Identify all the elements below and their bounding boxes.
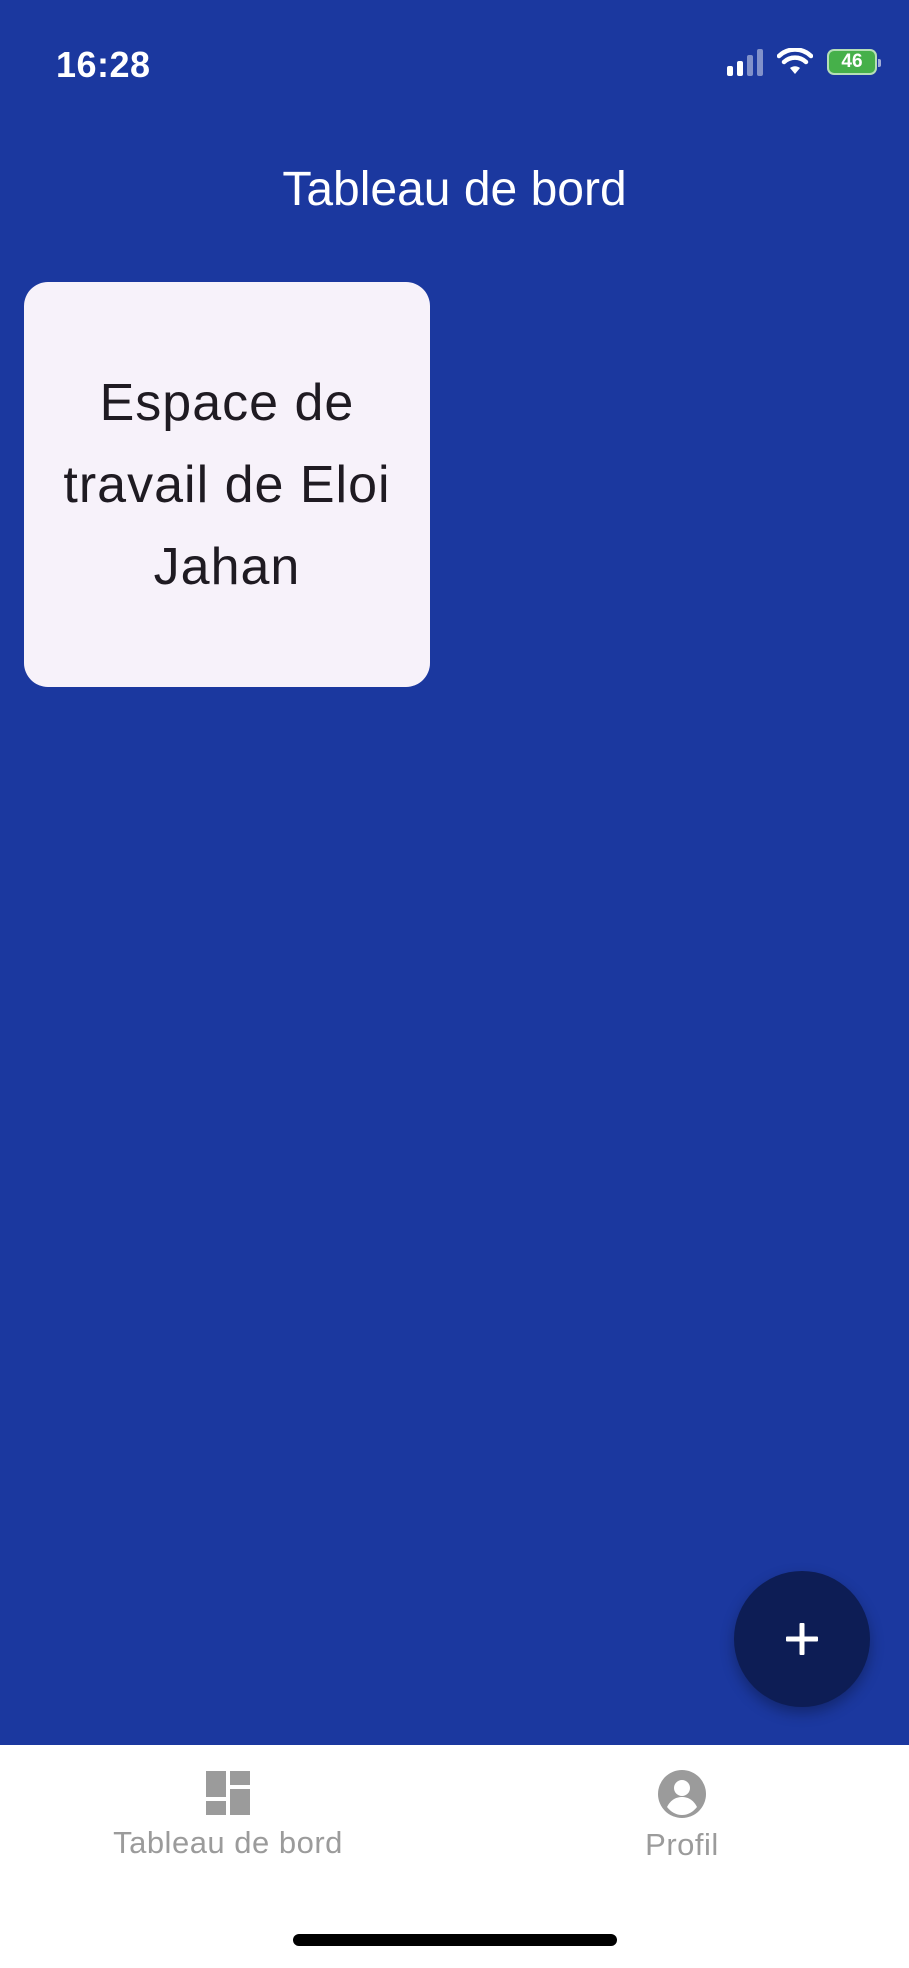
workspace-card-label: Espace de travail de Eloi Jahan [63, 373, 391, 596]
status-time: 16:28 [56, 44, 151, 85]
signal-icon [727, 48, 763, 76]
plus-icon [786, 1623, 818, 1655]
home-indicator[interactable] [293, 1934, 617, 1946]
nav-label-dashboard: Tableau de bord [113, 1825, 343, 1860]
dashboard-icon [206, 1771, 250, 1815]
nav-item-dashboard[interactable]: Tableau de bord [68, 1769, 388, 1861]
status-bar: 16:28 46 [0, 0, 909, 130]
battery-level: 46 [841, 51, 863, 72]
wifi-icon [777, 48, 813, 76]
battery-charging-icon: 46 [827, 49, 881, 75]
workspace-card[interactable]: Espace de travail de Eloi Jahan [24, 282, 430, 687]
nav-label-profile: Profil [645, 1827, 719, 1862]
status-icons: 46 [727, 48, 881, 76]
account-circle-icon [658, 1770, 706, 1818]
add-workspace-button[interactable] [734, 1571, 870, 1707]
nav-item-profile[interactable]: Profil [522, 1769, 842, 1863]
page-title: Tableau de bord [282, 163, 627, 216]
